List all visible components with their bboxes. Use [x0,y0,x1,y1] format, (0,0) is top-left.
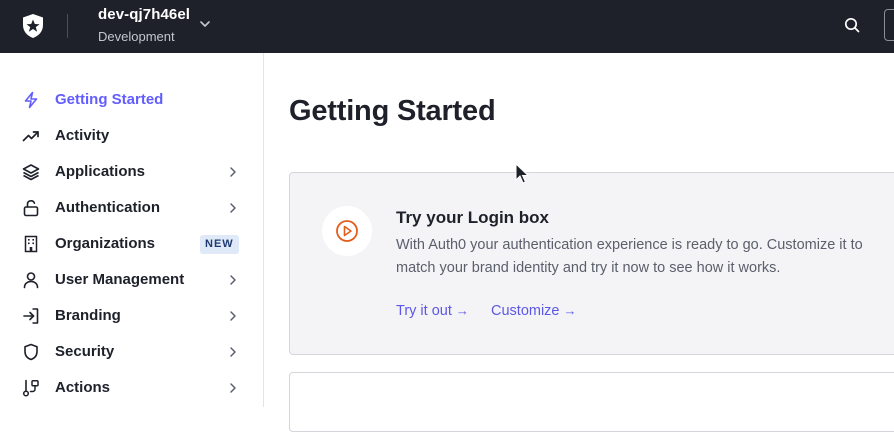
sidebar-item-security[interactable]: Security [0,334,263,370]
sidebar-item-label: Activity [55,127,110,144]
sidebar-item-branding[interactable]: Branding [0,298,263,334]
sidebar-item-label: Actions [55,379,111,396]
sidebar-item-getting-started[interactable]: Getting Started [0,82,263,118]
topbar-action-button[interactable] [884,9,894,41]
link-label: Try it out [396,303,452,319]
sidebar-item-organizations[interactable]: Organizations NEW [0,226,263,262]
unlock-icon [23,199,39,217]
sidebar-item-label: Branding [55,307,121,324]
chevron-right-icon [230,275,236,285]
chevron-right-icon [230,203,236,213]
arrow-right-icon: → [563,303,577,318]
mouse-cursor-icon [515,163,529,184]
sidebar-item-authentication[interactable]: Authentication [0,190,263,226]
lightning-icon [24,91,38,109]
actions-flow-icon [22,379,39,397]
sidebar-item-activity[interactable]: Activity [0,118,263,154]
page-title: Getting Started [289,95,496,127]
new-badge: NEW [200,235,239,254]
chevron-down-icon[interactable] [198,17,212,31]
sidebar-item-user-management[interactable]: User Management [0,262,263,298]
arrow-right-icon: → [455,303,469,318]
sidebar-item-label: User Management [55,271,185,288]
link-label: Customize [491,303,560,319]
layers-icon [22,164,40,181]
tenant-name[interactable]: dev-qj7h46el [98,6,190,23]
card-icon-container [322,206,372,256]
sidebar-item-label: Applications [55,163,146,180]
auth0-logo-icon[interactable] [20,13,46,39]
chevron-right-icon [230,167,236,177]
sidebar-item-actions[interactable]: Actions [0,370,263,406]
try-it-out-link[interactable]: Try it out → [396,303,469,319]
sidebar-item-label: Getting Started [55,91,164,108]
main-content: Getting Started Try your Login box With … [264,53,894,432]
sidebar-nav: Getting Started Activity Applications Au… [0,53,264,407]
building-icon [24,235,38,253]
sidebar-item-label: Authentication [55,199,160,216]
search-icon[interactable] [842,15,862,35]
user-icon [23,272,39,289]
card-title: Try your Login box [396,208,550,227]
trending-up-icon [22,131,39,142]
shield-icon [24,343,38,361]
top-bar: dev-qj7h46el Development [0,0,894,53]
sidebar-item-applications[interactable]: Applications [0,154,263,190]
login-box-card: Try your Login box With Auth0 your authe… [289,172,894,355]
chevron-right-icon [230,347,236,357]
tenant-environment: Development [98,29,175,44]
card-description: With Auth0 your authentication experienc… [396,237,863,276]
sidebar-item-label: Organizations [55,235,156,252]
customize-link[interactable]: Customize → [491,303,577,319]
chevron-right-icon [230,383,236,393]
play-circle-icon [336,220,358,242]
sign-in-icon [23,308,39,324]
sidebar-item-label: Security [55,343,115,360]
next-card [289,372,894,432]
chevron-right-icon [230,311,236,321]
topbar-divider [67,14,68,38]
